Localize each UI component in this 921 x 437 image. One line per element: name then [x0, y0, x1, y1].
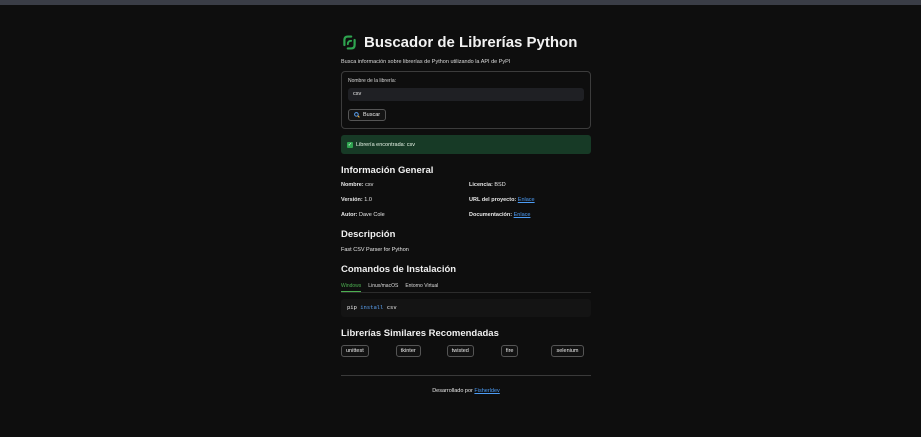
footer-divider [341, 375, 591, 376]
search-button[interactable]: Buscar [348, 109, 387, 121]
cmd-pip: pip [347, 305, 357, 311]
status-success: ✓ Librería encontrada: csv [341, 135, 591, 154]
project-url-link[interactable]: Enlace [518, 197, 535, 203]
python-logo-icon [343, 34, 356, 50]
similar-chip-fire[interactable]: fire [500, 345, 519, 357]
check-icon: ✓ [347, 141, 353, 148]
search-label: Nombre de la librería: [348, 78, 397, 84]
footer-author-link[interactable]: Fisherldev [474, 388, 499, 394]
page-subtitle: Busca información sobre librerías de Pyt… [341, 59, 511, 65]
top-bar [0, 0, 921, 5]
page-title: Buscador de Librerías Python [364, 33, 578, 51]
info-license-label: Licencia: [469, 182, 493, 188]
info-license-value: BSD [494, 182, 506, 188]
general-heading: Información General [341, 165, 434, 176]
status-message: Librería encontrada: csv [356, 141, 416, 148]
tab-virtual-env[interactable]: Entorno Virtual [405, 283, 438, 292]
similar-list: unittest tkinter twisted fire selenium [341, 345, 591, 357]
info-author-label: Autor: [341, 212, 358, 218]
description-text: Fast CSV Parser for Python [341, 247, 409, 253]
footer: Desarrollado por Fisherldev [341, 388, 591, 394]
general-info: Nombre: csv Licencia: BSD Versión: 1.0 U… [341, 182, 591, 218]
info-docs-label: Documentación: [469, 212, 513, 218]
title-row: Buscador de Librerías Python [341, 32, 591, 52]
info-name-value: csv [365, 182, 374, 188]
info-author: Autor: Dave Cole [341, 212, 469, 218]
info-name-label: Nombre: [341, 182, 364, 188]
search-button-label: Buscar [363, 112, 381, 118]
similar-heading: Librerías Similares Recomendadas [341, 328, 499, 339]
info-author-value: Dave Cole [359, 212, 385, 218]
info-url-label: URL del proyecto: [469, 197, 517, 203]
docs-link[interactable]: Enlace [514, 212, 531, 218]
footer-prefix: Desarrollado por [432, 388, 473, 394]
info-name: Nombre: csv [341, 182, 469, 188]
install-command: pip install csv [341, 299, 591, 317]
tab-linux-macos[interactable]: Linux/macOS [368, 283, 398, 292]
similar-chip-twisted[interactable]: twisted [446, 345, 474, 357]
similar-chip-selenium[interactable]: selenium [551, 345, 584, 357]
search-icon [354, 112, 360, 118]
info-docs: Documentación: Enlace [469, 212, 591, 218]
search-form: Nombre de la librería: csv Buscar [341, 71, 591, 129]
cmd-package: csv [386, 305, 397, 311]
info-url: URL del proyecto: Enlace [469, 197, 591, 203]
similar-chip-unittest[interactable]: unittest [341, 345, 369, 357]
info-version-value: 1.0 [364, 197, 372, 203]
main-container: Buscador de Librerías Python Busca infor… [341, 32, 591, 394]
info-version: Versión: 1.0 [341, 197, 469, 203]
tab-windows[interactable]: Windows [341, 283, 362, 292]
install-heading: Comandos de Instalación [341, 264, 457, 275]
info-license: Licencia: BSD [469, 182, 591, 188]
cmd-install: install [360, 305, 384, 311]
description-heading: Descripción [341, 229, 396, 240]
info-version-label: Versión: [341, 197, 363, 203]
similar-chip-tkinter[interactable]: tkinter [395, 345, 421, 357]
search-input[interactable]: csv [348, 88, 584, 101]
install-tabs: Windows Linux/macOS Entorno Virtual [341, 283, 591, 293]
